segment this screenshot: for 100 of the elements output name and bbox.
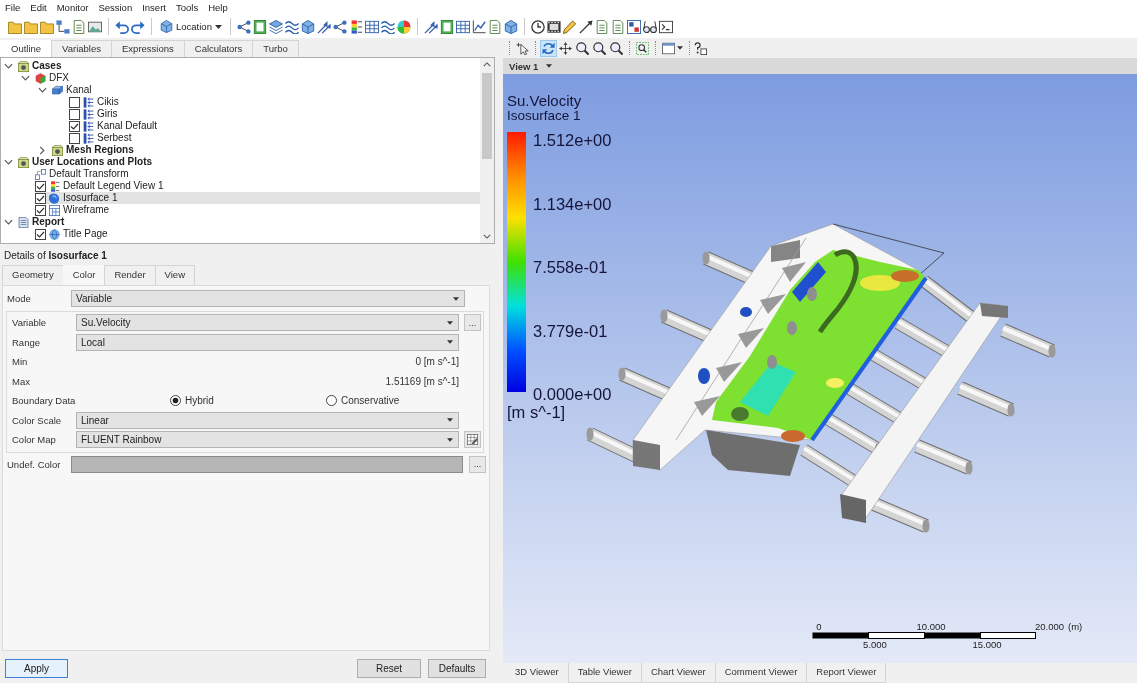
dropdown[interactable]: Su.Velocity xyxy=(76,314,459,331)
tab[interactable]: Turbo xyxy=(252,40,299,57)
tab[interactable]: View xyxy=(154,265,195,285)
document-icon[interactable] xyxy=(487,19,502,34)
checkbox[interactable] xyxy=(69,132,80,144)
radio-option[interactable]: Hybrid xyxy=(170,395,326,406)
glasses-icon[interactable] xyxy=(642,19,657,34)
tree-item[interactable]: Kanal Default xyxy=(69,120,162,132)
vertical-scrollbar[interactable] xyxy=(480,58,494,243)
tab[interactable]: Outline xyxy=(0,40,53,57)
image-icon[interactable] xyxy=(88,19,102,34)
waves-icon[interactable] xyxy=(284,19,299,34)
table-icon[interactable] xyxy=(455,19,470,34)
dropdown[interactable]: Variable xyxy=(71,290,465,307)
checkbox[interactable] xyxy=(35,228,46,240)
sheet-icon[interactable] xyxy=(439,19,454,34)
arrow-icon[interactable] xyxy=(578,19,593,34)
pencil-icon[interactable] xyxy=(562,19,577,34)
apply-button[interactable]: Apply xyxy=(5,659,68,678)
tree-item[interactable]: DFX xyxy=(35,72,73,84)
color-wheel-icon[interactable] xyxy=(396,19,411,34)
arrows-icon[interactable] xyxy=(316,19,331,34)
chevron-down-icon[interactable] xyxy=(37,87,47,93)
tab[interactable]: Geometry xyxy=(2,265,64,285)
tab[interactable]: Report Viewer xyxy=(806,663,887,683)
dropdown[interactable]: Linear xyxy=(76,411,459,429)
chevron-down-icon[interactable] xyxy=(3,219,13,225)
document-icon[interactable] xyxy=(72,19,86,34)
tree-item[interactable]: User Locations and Plots xyxy=(18,156,157,168)
tree-item[interactable]: Cikis xyxy=(69,96,123,108)
tool-button[interactable] xyxy=(574,39,591,57)
menu-item[interactable]: File xyxy=(0,1,26,14)
more-button[interactable]: ... xyxy=(464,314,481,331)
edit-button[interactable] xyxy=(464,431,481,448)
tree-item[interactable]: Kanal xyxy=(52,84,96,96)
tool-button[interactable] xyxy=(608,39,625,57)
chevron-down-icon[interactable] xyxy=(3,159,13,165)
layers-icon[interactable] xyxy=(268,19,283,34)
document-icon[interactable] xyxy=(594,19,609,34)
nodes-icon[interactable] xyxy=(332,19,347,34)
waves-icon[interactable] xyxy=(380,19,395,34)
tree-item[interactable]: Title Page xyxy=(35,228,112,240)
dropdown[interactable]: Local xyxy=(76,333,459,351)
checkbox[interactable] xyxy=(69,96,80,108)
dropdown[interactable]: FLUENT Rainbow xyxy=(76,431,459,448)
tab[interactable]: Table Viewer xyxy=(567,663,642,683)
tree-item[interactable]: Mesh Regions xyxy=(52,144,138,156)
folder-icon[interactable] xyxy=(40,19,54,34)
menu-item[interactable]: Insert xyxy=(137,1,171,14)
folder-icon[interactable] xyxy=(24,19,38,34)
nodes-icon[interactable] xyxy=(236,19,251,34)
checkbox[interactable] xyxy=(35,192,46,204)
checkbox[interactable] xyxy=(69,120,80,132)
tool-button[interactable] xyxy=(557,39,574,57)
film-icon[interactable] xyxy=(546,19,561,34)
window-tiles-icon[interactable] xyxy=(626,19,641,34)
hierarchy-icon[interactable] xyxy=(56,19,70,34)
cube-icon[interactable] xyxy=(503,19,518,34)
chevron-down-icon[interactable] xyxy=(20,75,30,81)
clock-icon[interactable] xyxy=(530,19,545,34)
tree-item[interactable]: Cases xyxy=(18,60,66,72)
tab[interactable]: Render xyxy=(104,265,156,285)
more-button[interactable]: ... xyxy=(469,455,486,473)
tree-item[interactable]: Default Transform xyxy=(35,168,133,180)
document-icon[interactable] xyxy=(610,19,625,34)
redo-icon[interactable] xyxy=(131,19,145,34)
checkbox[interactable] xyxy=(69,108,80,120)
help-icon[interactable] xyxy=(694,41,707,55)
location-button[interactable]: Location xyxy=(157,17,225,36)
menu-item[interactable]: Edit xyxy=(25,1,52,14)
table-icon[interactable] xyxy=(364,19,379,34)
tab[interactable]: Color xyxy=(62,265,106,285)
tree-item[interactable]: Serbest xyxy=(69,132,136,144)
menu-item[interactable]: Help xyxy=(203,1,233,14)
terminal-icon[interactable] xyxy=(658,19,673,34)
cube-icon[interactable] xyxy=(300,19,315,34)
tree-item[interactable]: Default Legend View 1 xyxy=(35,180,168,192)
tab[interactable]: Expressions xyxy=(111,40,185,57)
scrollbar-thumb[interactable] xyxy=(482,73,492,159)
menu-item[interactable]: Tools xyxy=(170,1,204,14)
folder-icon[interactable] xyxy=(8,19,22,34)
chevron-right-icon[interactable] xyxy=(39,145,45,155)
radio-option[interactable]: Conservative xyxy=(326,395,400,406)
tree-item[interactable]: Giris xyxy=(69,108,122,120)
tree-item[interactable]: Isosurface 1 xyxy=(35,192,480,204)
tool-button[interactable] xyxy=(540,39,557,57)
tree-item[interactable]: Report xyxy=(18,216,69,228)
line-chart-icon[interactable] xyxy=(471,19,486,34)
color-field[interactable] xyxy=(71,455,463,473)
menu-item[interactable]: Session xyxy=(93,1,138,14)
checkbox[interactable] xyxy=(35,180,46,192)
undo-icon[interactable] xyxy=(115,19,129,34)
tool-button[interactable] xyxy=(591,39,608,57)
tree-item[interactable]: Wireframe xyxy=(35,204,114,216)
chevron-down-icon[interactable] xyxy=(483,234,491,239)
chevron-down-icon[interactable] xyxy=(3,63,13,69)
chevron-up-icon[interactable] xyxy=(483,62,491,67)
tab[interactable]: Variables xyxy=(51,40,112,57)
view-selector[interactable]: View 1 xyxy=(509,60,553,72)
reset-button[interactable]: Reset xyxy=(357,659,421,678)
